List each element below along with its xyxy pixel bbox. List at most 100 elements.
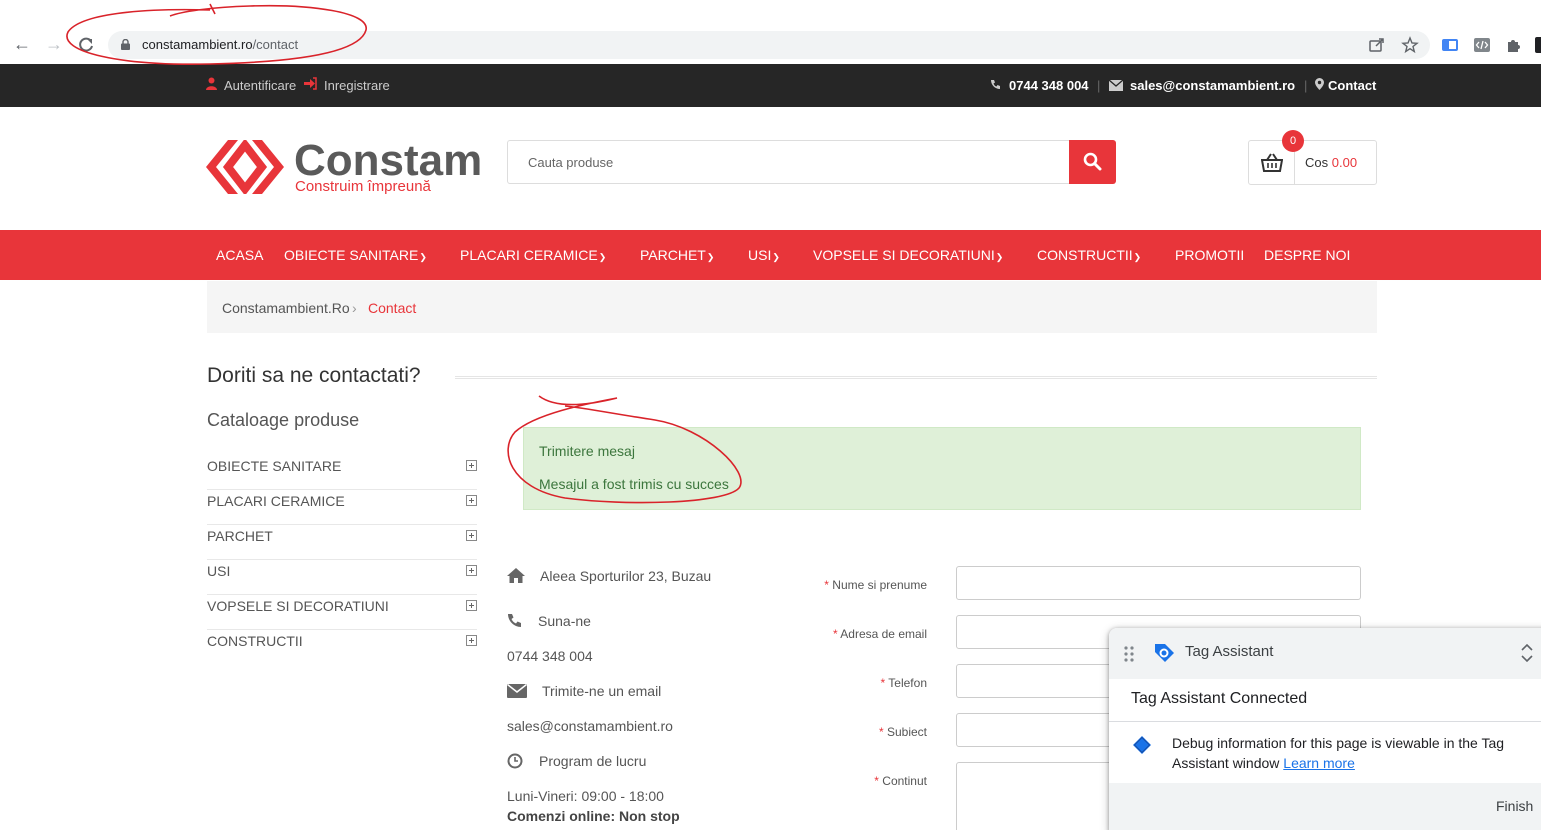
expand-plus-icon[interactable] [466, 530, 477, 541]
url-text: constamambient.ro/contact [142, 37, 299, 52]
main-navigation: ACASA OBIECTE SANITARE❯ PLACARI CERAMICE… [0, 230, 1541, 280]
sign-in-icon [304, 77, 317, 93]
tag-assistant-footer [1109, 783, 1541, 830]
contact-call-label: Suna-ne [538, 613, 591, 629]
success-alert: Trimitere mesaj Mesajul a fost trimis cu… [523, 427, 1361, 510]
top-info-bar: Autentificare Inregistrare 0744 348 004 … [0, 64, 1541, 107]
browser-toolbar: ← → constamambient.ro/contact [0, 0, 1541, 64]
back-icon[interactable]: ← [12, 34, 32, 54]
sidebar-item-constructii[interactable]: CONSTRUCTII [207, 630, 477, 665]
logo-mark-icon[interactable] [206, 140, 284, 194]
extension-code-icon[interactable] [1473, 36, 1491, 54]
alert-title: Trimitere mesaj [539, 443, 635, 459]
chevron-down-icon: ❯ [772, 252, 780, 262]
cart-button[interactable]: Cos 0.00 [1248, 140, 1377, 185]
contact-schedule-label: Program de lucru [539, 753, 647, 769]
nav-item-despre-noi[interactable]: DESPRE NOI [1264, 247, 1350, 263]
extension-translate-icon[interactable] [1441, 36, 1459, 54]
clock-icon [507, 753, 523, 769]
expand-plus-icon[interactable] [466, 600, 477, 611]
title-divider [455, 376, 1377, 379]
envelope-icon [507, 684, 527, 698]
alert-message: Mesajul a fost trimis cu succes [539, 476, 729, 492]
finish-button[interactable]: Finish [1496, 798, 1533, 814]
chevron-down-icon: ❯ [706, 252, 715, 262]
nav-item-usi[interactable]: USI❯ [748, 247, 780, 263]
nav-item-promotii[interactable]: PROMOTII [1175, 247, 1244, 263]
topbar-contact-link[interactable]: Contact [1328, 78, 1376, 93]
sidebar-item-placari-ceramice[interactable]: PLACARI CERAMICE [207, 490, 477, 525]
phone-icon [508, 614, 521, 627]
expand-plus-icon[interactable] [466, 635, 477, 646]
sidebar-item-usi[interactable]: USI [207, 560, 477, 595]
nav-item-parchet[interactable]: PARCHET❯ [640, 247, 714, 263]
search-input[interactable]: Cauta produse [507, 140, 1070, 184]
contact-email-label: Trimite-ne un email [542, 683, 662, 699]
chevron-down-icon: ❯ [995, 252, 1004, 262]
breadcrumb-separator: › [352, 300, 357, 316]
contact-online-orders: Comenzi online: Non stop [507, 808, 680, 824]
map-marker-icon [1315, 78, 1324, 93]
expand-plus-icon[interactable] [466, 565, 477, 576]
address-bar[interactable]: constamambient.ro/contact [108, 31, 1430, 59]
cart-label: Cos 0.00 [1305, 155, 1358, 170]
reload-icon[interactable] [77, 36, 95, 54]
label-name: * Nume si prenume [824, 578, 927, 592]
sidebar-item-obiecte-sanitare[interactable]: OBIECTE SANITARE [207, 455, 477, 490]
sidebar-item-vopsele-si-decoratiuni[interactable]: VOPSELE SI DECORATIUNI [207, 595, 477, 630]
chevron-down-icon: ❯ [1133, 252, 1142, 262]
topbar-email[interactable]: sales@constamambient.ro [1130, 78, 1295, 93]
logo-tagline: Construim împreună [295, 178, 431, 195]
contact-phone[interactable]: 0744 348 004 [507, 648, 593, 664]
login-link[interactable]: Autentificare [224, 78, 296, 93]
share-icon[interactable] [1368, 36, 1386, 54]
tag-assistant-message: Debug information for this page is viewa… [1172, 735, 1505, 771]
phone-icon [990, 78, 1001, 93]
sidebar-item-parchet[interactable]: PARCHET [207, 525, 477, 560]
cart-count-badge: 0 [1282, 130, 1304, 152]
learn-more-link[interactable]: Learn more [1283, 755, 1355, 771]
tag-assistant-panel: Tag Assistant Tag Assistant Connected De… [1109, 628, 1541, 830]
name-input[interactable] [956, 566, 1361, 600]
nav-item-acasa[interactable]: ACASA [216, 247, 263, 263]
tag-assistant-header[interactable]: Tag Assistant [1109, 628, 1541, 679]
label-email: * Adresa de email [832, 627, 927, 641]
search-button[interactable] [1069, 140, 1116, 184]
expand-plus-icon[interactable] [466, 495, 477, 506]
tag-assistant-status: Tag Assistant Connected [1131, 690, 1308, 707]
search-icon [1083, 152, 1102, 171]
expand-plus-icon[interactable] [466, 460, 477, 471]
tag-assistant-title: Tag Assistant [1185, 643, 1274, 660]
cart-amount: 0.00 [1331, 155, 1358, 170]
basket-icon [1261, 153, 1283, 172]
nav-item-obiecte-sanitare[interactable]: OBIECTE SANITARE❯ [284, 247, 427, 263]
topbar-phone[interactable]: 0744 348 004 [1009, 78, 1089, 93]
register-link[interactable]: Inregistrare [324, 78, 390, 93]
sidebar-title: Cataloage produse [207, 410, 360, 430]
extensions-puzzle-icon[interactable] [1505, 36, 1523, 54]
page-root: ← → constamambient.ro/contact Autentific… [0, 0, 1541, 830]
envelope-icon [1108, 79, 1124, 94]
lock-icon [121, 39, 130, 50]
chevron-down-icon: ❯ [598, 252, 607, 262]
label-subject: * Subiect [878, 725, 927, 739]
nav-item-vopsele-si-decoratiuni[interactable]: VOPSELE SI DECORATIUNI❯ [813, 247, 1003, 263]
forward-icon[interactable]: → [44, 34, 64, 54]
nav-item-constructii[interactable]: CONSTRUCTII❯ [1037, 247, 1141, 263]
contact-address: Aleea Sporturilor 23, Buzau [540, 568, 712, 584]
label-content: * Continut [874, 774, 927, 788]
chevron-down-icon: ❯ [419, 252, 427, 262]
collapse-icon[interactable] [1521, 644, 1533, 662]
nav-item-placari-ceramice[interactable]: PLACARI CERAMICE❯ [460, 247, 606, 263]
debug-diamond-icon [1133, 736, 1151, 754]
contact-schedule-hours: Luni-Vineri: 09:00 - 18:00 [507, 788, 664, 804]
profile-edge[interactable] [1535, 36, 1541, 54]
contact-email[interactable]: sales@constamambient.ro [507, 718, 673, 734]
breadcrumb-home[interactable]: Constamambient.Ro [222, 300, 350, 316]
page-title: Doriti sa ne contactati? [207, 364, 421, 387]
breadcrumb-current: Contact [368, 300, 417, 316]
bookmark-star-icon[interactable] [1401, 36, 1419, 54]
topbar-separator-2: | [1304, 78, 1308, 93]
tag-assistant-divider [1109, 721, 1541, 722]
drag-handle-icon[interactable] [1124, 646, 1134, 662]
